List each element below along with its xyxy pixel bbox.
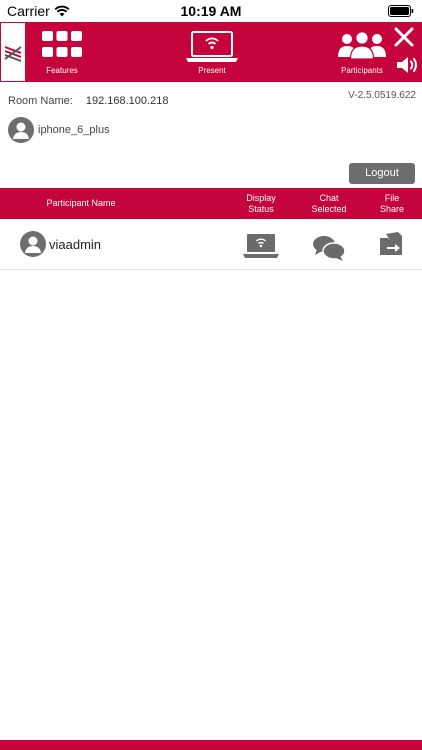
column-chat-selected: Chat Selected [311,192,347,214]
participants-label: Participants [341,66,383,75]
grid-icon [42,31,82,57]
logout-button[interactable]: Logout [349,163,415,184]
present-button[interactable]: Present [186,22,238,82]
features-label: Features [46,66,78,75]
features-button[interactable]: Features [38,22,86,82]
version-text: V-2.5.0519.622 [348,90,416,101]
close-icon[interactable] [393,26,415,48]
volume-icon[interactable] [395,54,419,76]
bottom-bar [0,740,422,750]
status-bar: Carrier 10:19 AM [0,0,422,22]
present-laptop-icon [186,31,238,62]
room-info: Room Name: 192.168.100.218 [8,95,168,107]
column-display-status: Display Status [246,192,276,214]
display-status-icon[interactable] [243,233,279,259]
chat-icon[interactable] [312,234,346,262]
participant-name: viaadmin [49,237,102,252]
current-user-name: iphone_6_plus [38,124,110,136]
participants-button[interactable]: Participants [336,22,388,82]
app-logo [0,22,26,82]
current-user: iphone_6_plus [8,117,110,143]
avatar-icon [8,117,34,143]
table-row: viaadmin [0,219,422,270]
status-time: 10:19 AM [180,3,242,19]
present-label: Present [198,66,226,75]
battery-icon [388,5,414,17]
room-name-value: 192.168.100.218 [85,95,169,107]
column-file-share: File Share [379,192,405,214]
file-share-icon[interactable] [378,232,406,258]
participants-icon [338,31,386,60]
app-header: Features Present Participants [0,22,422,82]
column-participant-name: Participant Name [46,198,116,208]
participants-table-header: Participant Name Display Status Chat Sel… [0,188,422,219]
avatar-icon [20,231,46,257]
room-name-label: Room Name: [8,95,73,107]
logo-icon [4,46,22,62]
